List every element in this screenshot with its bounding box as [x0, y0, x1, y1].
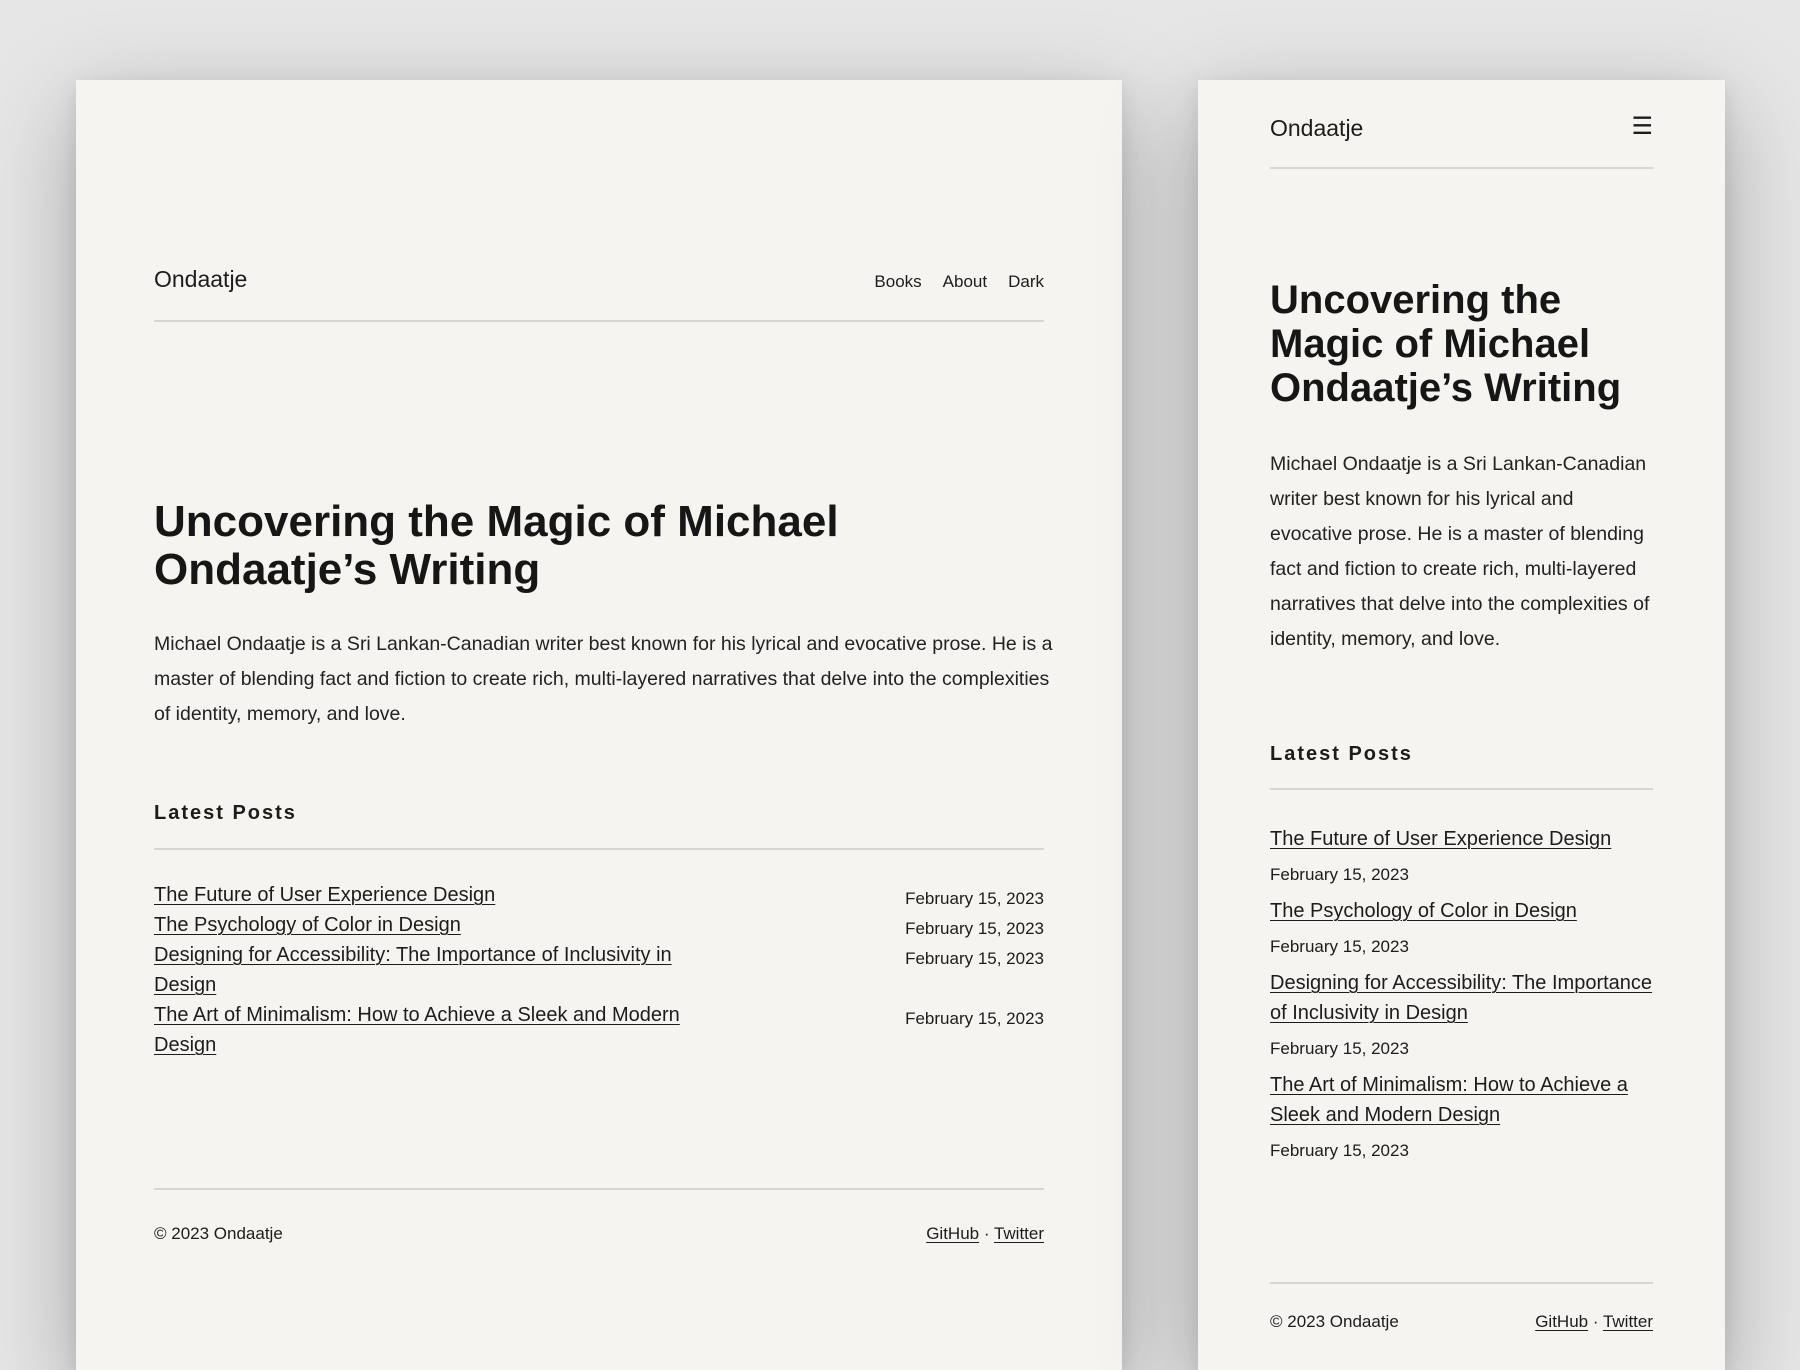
mobile-site-brand[interactable]: Ondaatje: [1270, 115, 1363, 142]
footer-links: GitHub · Twitter: [1535, 1312, 1653, 1332]
site-header: Ondaatje Books About Dark: [154, 80, 1044, 322]
latest-posts-heading: Latest Posts: [154, 802, 1044, 850]
post-row: The Psychology of Color in Design Februa…: [154, 910, 1044, 940]
post-link[interactable]: Designing for Accessibility: The Importa…: [1270, 968, 1653, 1028]
nav-books-link[interactable]: Books: [874, 272, 921, 292]
mobile-preview: Ondaatje ☰ Uncovering the Magic of Micha…: [1198, 80, 1725, 1370]
site-nav: Books About Dark: [874, 272, 1044, 292]
twitter-link[interactable]: Twitter: [1603, 1312, 1653, 1331]
desktop-preview: Ondaatje Books About Dark Uncovering the…: [76, 80, 1122, 1370]
mobile-page-title: Uncovering the Magic of Michael Ondaatje…: [1270, 278, 1622, 410]
footer-separator: ·: [983, 1224, 990, 1243]
mobile-footer: © 2023 Ondaatje GitHub · Twitter: [1270, 1282, 1653, 1344]
post-row: The Future of User Experience Design Feb…: [154, 880, 1044, 910]
list-item: The Art of Minimalism: How to Achieve a …: [1270, 1070, 1653, 1166]
list-item: The Psychology of Color in Design Februa…: [1270, 896, 1653, 962]
post-link[interactable]: The Art of Minimalism: How to Achieve a …: [154, 1004, 680, 1056]
mobile-header: Ondaatje ☰: [1270, 80, 1653, 169]
nav-about-link[interactable]: About: [943, 272, 987, 292]
post-link[interactable]: Designing for Accessibility: The Importa…: [154, 944, 672, 996]
post-date: February 15, 2023: [1270, 1039, 1409, 1058]
mobile-latest-posts-heading: Latest Posts: [1270, 743, 1653, 790]
twitter-link[interactable]: Twitter: [994, 1224, 1044, 1243]
page-title: Uncovering the Magic of Michael Ondaatje…: [154, 497, 839, 594]
github-link[interactable]: GitHub: [1535, 1312, 1588, 1331]
mobile-intro-paragraph: Michael Ondaatje is a Sri Lankan-Canadia…: [1270, 453, 1650, 650]
list-item: Designing for Accessibility: The Importa…: [1270, 968, 1653, 1064]
post-date: February 15, 2023: [1270, 937, 1409, 956]
post-link[interactable]: The Future of User Experience Design: [1270, 824, 1653, 854]
post-row: Designing for Accessibility: The Importa…: [154, 940, 1044, 1000]
post-link[interactable]: The Art of Minimalism: How to Achieve a …: [1270, 1070, 1653, 1130]
footer-copyright: © 2023 Ondaatje: [154, 1224, 283, 1243]
post-link[interactable]: The Future of User Experience Design: [154, 884, 495, 906]
github-link[interactable]: GitHub: [926, 1224, 979, 1243]
post-date: February 15, 2023: [905, 1009, 1044, 1028]
footer-separator: ·: [1592, 1312, 1599, 1331]
footer-links: GitHub · Twitter: [926, 1224, 1044, 1244]
site-brand[interactable]: Ondaatje: [154, 266, 247, 293]
intro-paragraph: Michael Ondaatje is a Sri Lankan-Canadia…: [154, 633, 1053, 725]
menu-icon[interactable]: ☰: [1631, 112, 1653, 141]
post-date: February 15, 2023: [1270, 1141, 1409, 1160]
post-date: February 15, 2023: [1270, 865, 1409, 884]
footer-copyright: © 2023 Ondaatje: [1270, 1312, 1399, 1331]
post-date: February 15, 2023: [905, 949, 1044, 968]
list-item: The Future of User Experience Design Feb…: [1270, 824, 1653, 890]
nav-dark-toggle[interactable]: Dark: [1008, 272, 1044, 292]
site-footer: © 2023 Ondaatje GitHub · Twitter: [154, 1188, 1044, 1250]
post-row: The Art of Minimalism: How to Achieve a …: [154, 1000, 1044, 1060]
post-link[interactable]: The Psychology of Color in Design: [154, 914, 461, 936]
post-link[interactable]: The Psychology of Color in Design: [1270, 896, 1653, 926]
